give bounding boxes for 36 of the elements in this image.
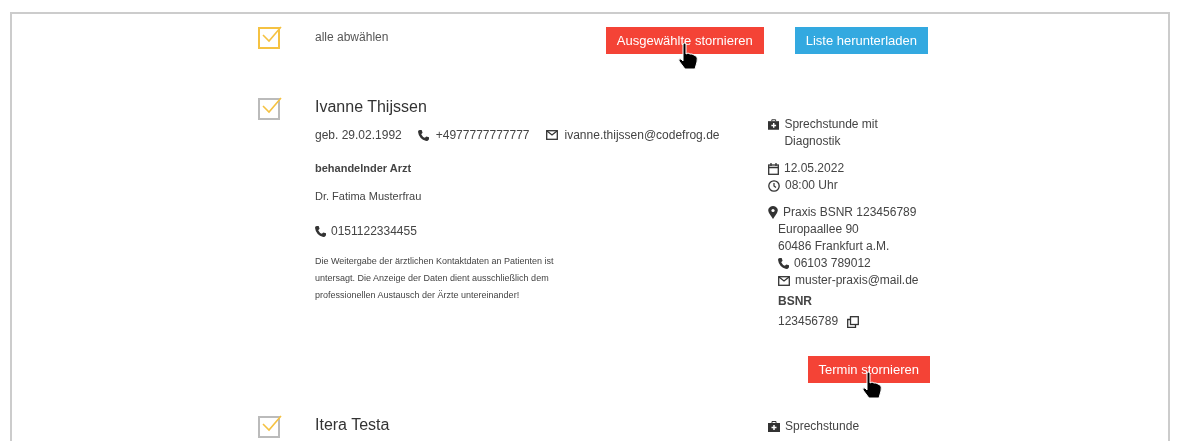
doctor-phone: 0151122334455 xyxy=(331,224,417,238)
phone-icon xyxy=(315,225,326,237)
practice-phone: 06103 789012 xyxy=(794,255,871,272)
calendar-icon xyxy=(768,162,779,175)
practice-street: Europaallee 90 xyxy=(778,221,859,238)
appointment-type: Sprechstunde mit Diagnostik xyxy=(784,116,879,150)
email-address: ivanne.thijssen@codefrog.de xyxy=(564,128,720,142)
patient-name: Ivanne Thijssen xyxy=(315,98,428,116)
copy-icon[interactable] xyxy=(847,315,860,328)
mail-icon xyxy=(545,130,558,140)
appointment-type: Sprechstunde xyxy=(785,418,860,435)
doctor-name: Dr. Fatima Musterfrau xyxy=(315,190,423,202)
clock-icon xyxy=(768,179,780,192)
birth-date: geb. 29.02.1992 xyxy=(315,128,402,142)
practice-city: 60486 Frankfurt a.M. xyxy=(778,238,890,255)
appointment-time: 08:00 Uhr xyxy=(785,177,838,194)
bsnr-label: BSNR xyxy=(778,293,812,310)
practice-name: Praxis BSNR 123456789 xyxy=(783,204,917,221)
appointment-date: 12.05.2022 xyxy=(784,160,845,177)
practice-email: muster-praxis@mail.de xyxy=(795,272,919,289)
doctor-heading: behandelnder Arzt xyxy=(315,162,413,174)
select-all-label[interactable]: alle abwählen xyxy=(315,30,389,44)
privacy-notice: Die Weitergabe der ärztlichen Kontaktdaten an Patienten ist untersagt. Die Anzeige der Daten dient ausschließlich dem professionellen Austausch der Ärzte untereinander! xyxy=(315,255,555,302)
phone-icon xyxy=(417,129,429,141)
download-button[interactable]: Liste herunterladen xyxy=(794,27,928,54)
patient-name: Itera Testa xyxy=(315,416,391,434)
phone-number: +4977777777777 xyxy=(435,128,530,142)
map-pin-icon xyxy=(768,206,778,219)
medical-bag-icon xyxy=(768,421,780,432)
checkbox[interactable] xyxy=(258,98,280,120)
bsnr-number: 123456789 xyxy=(778,313,839,330)
checkbox[interactable] xyxy=(258,27,280,49)
checkbox[interactable] xyxy=(258,416,280,438)
medical-bag-icon xyxy=(768,119,780,130)
phone-icon xyxy=(778,258,789,269)
mail-icon xyxy=(778,275,790,286)
